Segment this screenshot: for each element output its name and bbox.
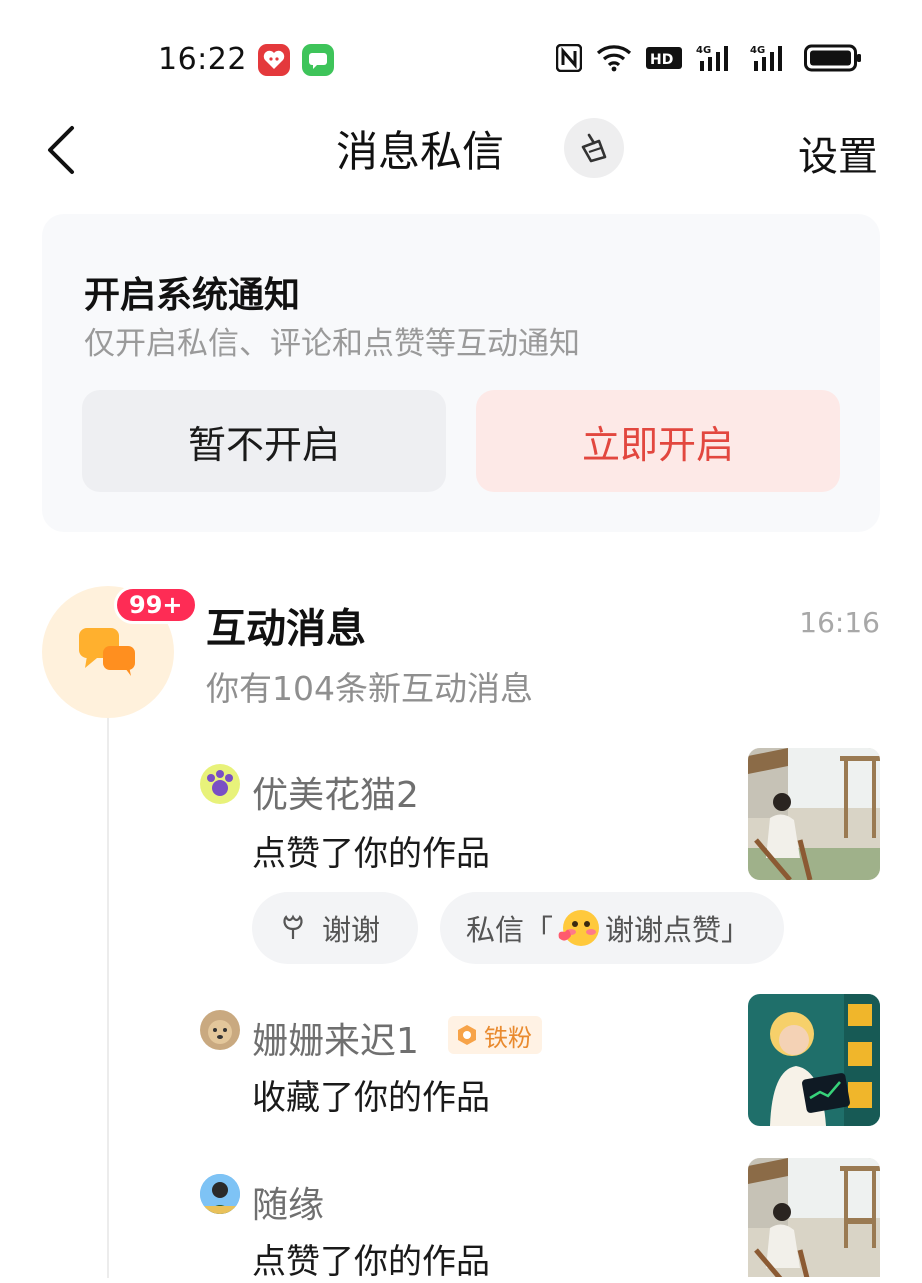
dm-prefix-label: 私信「 xyxy=(466,913,554,947)
battery-icon xyxy=(804,42,862,74)
interaction-title[interactable]: 互动消息 xyxy=(206,596,366,654)
notification-card-title: 开启系统通知 xyxy=(84,275,301,316)
user-action: 点赞了你的作品 xyxy=(252,1242,490,1282)
thanks-reply-button[interactable]: 谢谢 xyxy=(252,892,418,964)
dm-text-label: 谢谢点赞」 xyxy=(605,913,751,947)
broom-icon xyxy=(581,133,607,163)
nfc-icon xyxy=(556,42,582,74)
avatar[interactable] xyxy=(200,1174,240,1214)
work-thumbnail[interactable] xyxy=(748,994,880,1126)
work-thumbnail[interactable] xyxy=(748,748,880,880)
person-avatar-icon xyxy=(200,1174,240,1214)
user-name[interactable]: 随缘 xyxy=(252,1176,324,1228)
dog-avatar-icon xyxy=(208,1020,232,1044)
svg-text:4G: 4G xyxy=(750,45,765,56)
hexagon-badge-icon xyxy=(458,1025,476,1045)
fan-badge-label: 铁粉 xyxy=(484,1023,532,1052)
user-action: 点赞了你的作品 xyxy=(252,834,490,874)
hd-icon: HD xyxy=(646,42,682,74)
svg-text:HD: HD xyxy=(650,52,673,68)
cat-paw-icon xyxy=(207,770,233,796)
thumbnail-image xyxy=(748,994,880,1126)
flower-icon xyxy=(283,914,303,939)
status-time: 16:22 xyxy=(158,42,247,77)
enable-now-button[interactable]: 立即开启 xyxy=(476,390,840,492)
user-name[interactable]: 优美花猫2 xyxy=(252,766,419,818)
thanks-label: 谢谢 xyxy=(322,913,381,947)
messages-icon xyxy=(302,44,334,76)
signal-4g-icon: 4G xyxy=(696,42,736,74)
dm-thanks-button[interactable]: 私信「 谢谢点赞」 xyxy=(440,892,784,964)
interaction-time: 16:16 xyxy=(799,606,880,639)
notification-card-subtitle: 仅开启私信、评论和点赞等互动通知 xyxy=(84,326,580,362)
clear-unread-button[interactable] xyxy=(564,118,624,178)
work-thumbnail[interactable] xyxy=(748,1158,880,1277)
signal-4g-icon: 4G xyxy=(750,42,790,74)
thumbnail-image xyxy=(748,1158,880,1277)
status-icons: HD 4G 4G xyxy=(556,42,862,74)
page-title: 消息私信 xyxy=(335,127,504,176)
unread-count-badge: 99+ xyxy=(114,586,198,624)
fan-badge: 铁粉 xyxy=(448,1016,542,1054)
settings-button[interactable]: 设置 xyxy=(798,124,878,182)
avatar[interactable] xyxy=(200,1010,240,1050)
not-now-button[interactable]: 暂不开启 xyxy=(82,390,446,492)
blushing-emoji-icon xyxy=(558,910,600,946)
user-action: 收藏了你的作品 xyxy=(252,1078,490,1118)
thumbnail-image xyxy=(748,748,880,880)
svg-text:4G: 4G xyxy=(696,45,711,56)
notification-card: 开启系统通知 仅开启私信、评论和点赞等互动通知 暂不开启 立即开启 xyxy=(42,214,880,532)
avatar[interactable] xyxy=(200,764,240,804)
user-name[interactable]: 姗姗来迟1 xyxy=(252,1012,419,1064)
interaction-subtitle: 你有104条新互动消息 xyxy=(206,669,533,708)
thread-line xyxy=(107,718,109,1278)
pinduoduo-icon xyxy=(258,44,290,76)
chat-bubbles-icon xyxy=(79,628,135,676)
wifi-icon xyxy=(596,42,632,74)
